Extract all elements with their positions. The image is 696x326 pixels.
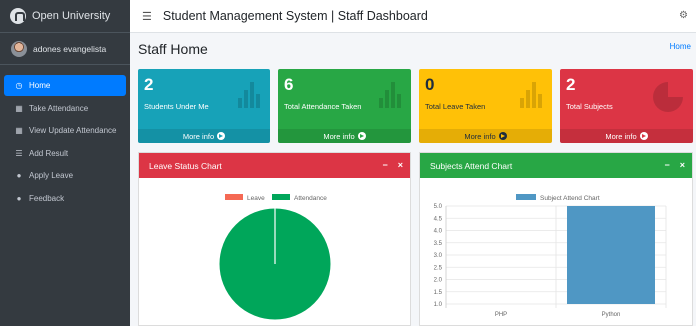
stat-total-leave: 0 Total Leave Taken More info <box>419 69 552 143</box>
legend-swatch <box>272 194 290 200</box>
more-info-link[interactable]: More info <box>278 129 411 143</box>
sidebar-item-label: Feedback <box>29 193 65 203</box>
sidebar-item-label: Add Result <box>29 148 69 158</box>
close-icon[interactable]: × <box>398 160 403 170</box>
stat-value: 0 <box>425 75 435 94</box>
more-info-label: More info <box>323 131 355 141</box>
y-tick-label: 3.0 <box>434 253 443 259</box>
arrow-circle-right-icon <box>357 132 366 140</box>
close-icon[interactable]: × <box>680 160 685 170</box>
brand-link[interactable]: Open University <box>0 0 130 33</box>
list-icon: ☰ <box>15 148 23 158</box>
stat-label: Total Subjects <box>566 102 613 111</box>
more-info-link[interactable]: More info <box>419 129 552 143</box>
sidebar-item-view-update-attendance[interactable]: ▦ View Update Attendance <box>4 120 126 141</box>
card-title: Subjects Attend Chart <box>430 160 513 171</box>
subjects-attend-bar-chart: Subject Attend Chart 5.0 4.5 4.0 3.5 3.0 2.5 2.… <box>434 194 667 318</box>
sidebar-item-home[interactable]: ◷ Home <box>4 75 126 96</box>
sidebar-item-label: Home <box>29 81 51 90</box>
arrow-circle-right-icon <box>639 132 648 140</box>
y-tick-label: 3.5 <box>434 241 443 247</box>
sidebar: Open University adones evangelista ◷ Hom… <box>0 0 130 326</box>
pie-chart-icon <box>653 82 683 112</box>
y-tick-label: 1.5 <box>434 290 443 296</box>
stat-value: 6 <box>284 75 294 94</box>
card-title: Leave Status Chart <box>149 160 222 171</box>
y-tick-label: 4.0 <box>434 229 443 235</box>
legend-label: Attendance <box>294 195 327 202</box>
card-header: Subjects Attend Chart − × <box>420 153 692 178</box>
stat-label: Students Under Me <box>144 102 209 111</box>
university-logo-icon <box>10 8 26 24</box>
calendar-icon: ▦ <box>15 126 23 135</box>
bar-chart-icon <box>379 82 401 108</box>
minimize-icon[interactable]: − <box>664 160 669 170</box>
brand-name: Open University <box>32 10 111 22</box>
minimize-icon[interactable]: − <box>382 160 387 170</box>
y-tick-label: 2.0 <box>434 278 443 284</box>
chart-legend: Subject Attend Chart <box>516 194 600 202</box>
arrow-circle-right-icon <box>498 132 507 140</box>
y-tick-label: 2.5 <box>434 265 443 271</box>
page-title: Staff Home <box>138 41 208 57</box>
menu-toggle-icon[interactable]: ☰ <box>142 10 152 23</box>
sidebar-item-label: Apply Leave <box>29 171 74 180</box>
user-panel[interactable]: adones evangelista <box>0 34 130 65</box>
sidebar-item-add-result[interactable]: ☰ Add Result <box>4 143 126 164</box>
legend-label: Subject Attend Chart <box>540 195 600 202</box>
sidebar-nav: ◷ Home ▦ Take Attendance ▦ View Update A… <box>0 75 130 209</box>
sidebar-item-label: Take Attendance <box>29 103 89 113</box>
more-info-label: More info <box>605 131 637 141</box>
more-info-label: More info <box>182 131 215 141</box>
legend-label: Leave <box>247 195 265 202</box>
sidebar-item-feedback[interactable]: ● Feedback <box>4 188 126 209</box>
stat-total-subjects: 2 Total Subjects More info <box>560 69 693 143</box>
arrow-circle-right-icon <box>217 132 226 140</box>
card-header: Leave Status Chart − × <box>139 153 410 178</box>
x-tick-label: Python <box>602 312 621 318</box>
y-tick-label: 5.0 <box>434 204 443 210</box>
leave-status-card: Leave Status Chart − × Leave Attendance <box>138 152 411 326</box>
x-tick-label: PHP <box>495 312 507 318</box>
stat-total-attendance: 6 Total Attendance Taken More info <box>278 69 411 143</box>
sidebar-item-label: View Update Attendance <box>29 126 117 135</box>
sidebar-item-take-attendance[interactable]: ▦ Take Attendance <box>4 98 126 119</box>
stat-label: Total Attendance Taken <box>284 102 362 111</box>
chat-icon: ● <box>16 171 22 180</box>
avatar <box>11 41 27 57</box>
more-info-link[interactable]: More info <box>138 129 270 143</box>
legend-swatch <box>225 194 243 200</box>
sidebar-item-apply-leave[interactable]: ● Apply Leave <box>4 165 126 186</box>
stat-value: 2 <box>144 75 154 94</box>
calendar-icon: ▦ <box>15 103 23 113</box>
more-info-label: More info <box>464 131 496 141</box>
gear-icon[interactable]: ⚙ <box>679 10 688 21</box>
bar[interactable] <box>567 206 655 304</box>
legend-swatch <box>516 194 536 200</box>
bar-chart-icon <box>238 82 260 108</box>
breadcrumb-home[interactable]: Home <box>670 42 691 51</box>
leave-status-pie-chart: Leave Attendance <box>218 194 332 321</box>
subjects-attend-card: Subjects Attend Chart − × Subject Attend… <box>419 152 693 326</box>
top-navbar: ☰ Student Management System | Staff Dash… <box>130 0 696 33</box>
y-tick-label: 4.5 <box>434 216 443 222</box>
more-info-link[interactable]: More info <box>560 129 693 143</box>
bar-chart-icon <box>520 82 542 108</box>
app-title: Student Management System | Staff Dashbo… <box>162 9 428 23</box>
stat-students-under-me: 2 Students Under Me More info <box>138 69 270 143</box>
stat-label: Total Leave Taken <box>425 102 486 111</box>
chart-legend: Leave Attendance <box>225 194 327 202</box>
dashboard-icon: ◷ <box>15 81 23 90</box>
y-tick-label: 1.0 <box>434 302 443 308</box>
stat-value: 2 <box>566 75 576 94</box>
user-name: adones evangelista <box>33 44 107 54</box>
comments-icon: ● <box>16 193 22 203</box>
